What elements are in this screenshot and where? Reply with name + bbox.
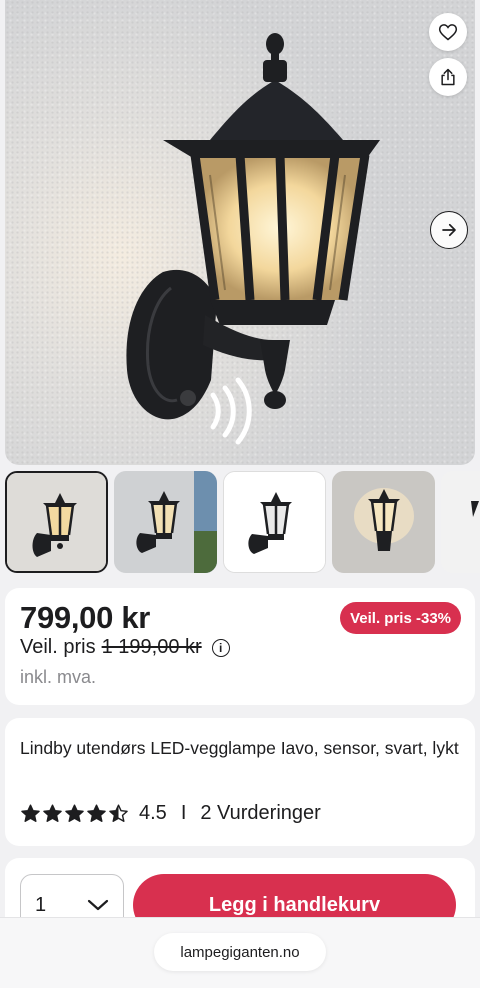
thumbnail-3-image [224, 472, 325, 572]
reference-price-row: Veil. pris 1 199,00 kr i [20, 636, 230, 659]
product-main-image[interactable] [5, 0, 475, 465]
star-icon [109, 804, 128, 822]
share-icon [441, 68, 455, 86]
next-image-button[interactable] [430, 211, 468, 249]
browser-bottom-bar: lampegiganten.no [0, 917, 480, 988]
reference-price-label: Veil. pris [20, 636, 96, 658]
heart-icon [438, 24, 458, 41]
address-bar[interactable]: lampegiganten.no [154, 933, 326, 971]
price-card: 799,00 kr Veil. pris -33% Veil. pris 1 1… [5, 588, 475, 705]
thumbnail-2[interactable] [114, 471, 217, 573]
thumbnail-1-image [7, 473, 106, 571]
thumbnail-3[interactable] [223, 471, 326, 573]
rating-separator: I [180, 802, 187, 824]
favorite-button[interactable] [429, 13, 467, 51]
discount-badge: Veil. pris -33% [340, 602, 461, 634]
thumbnail-2-image [114, 471, 217, 573]
star-icon [43, 804, 62, 822]
share-button[interactable] [429, 58, 467, 96]
star-icon [87, 804, 106, 822]
product-info-card: Lindby utendørs LED-vegglampe Iavo, sens… [5, 718, 475, 846]
vat-note: inkl. mva. [20, 667, 97, 687]
star-rating [20, 803, 129, 824]
thumbnail-4[interactable] [332, 471, 435, 573]
thumbnail-5-image [441, 471, 480, 573]
product-title: Lindby utendørs LED-vegglampe Iavo, sens… [20, 738, 459, 758]
arrow-right-icon [442, 223, 456, 237]
thumbnail-5[interactable] [441, 471, 480, 573]
rating-value: 4.5 [139, 802, 167, 824]
thumbnail-4-image [332, 471, 435, 573]
info-icon[interactable]: i [211, 638, 230, 657]
thumbnail-strip [5, 471, 480, 573]
current-price: 799,00 kr [20, 600, 151, 635]
chevron-down-icon [87, 899, 109, 911]
thumbnail-1[interactable] [5, 471, 108, 573]
rating-count[interactable]: 2 Vurderinger [200, 802, 320, 825]
quantity-value: 1 [35, 893, 47, 916]
wall-lantern-image [126, 33, 380, 445]
reference-price: 1 199,00 kr [101, 636, 202, 658]
star-icon [65, 804, 84, 822]
rating-row[interactable]: 4.5 I 2 Vurderinger [20, 802, 321, 825]
star-icon [21, 804, 40, 822]
